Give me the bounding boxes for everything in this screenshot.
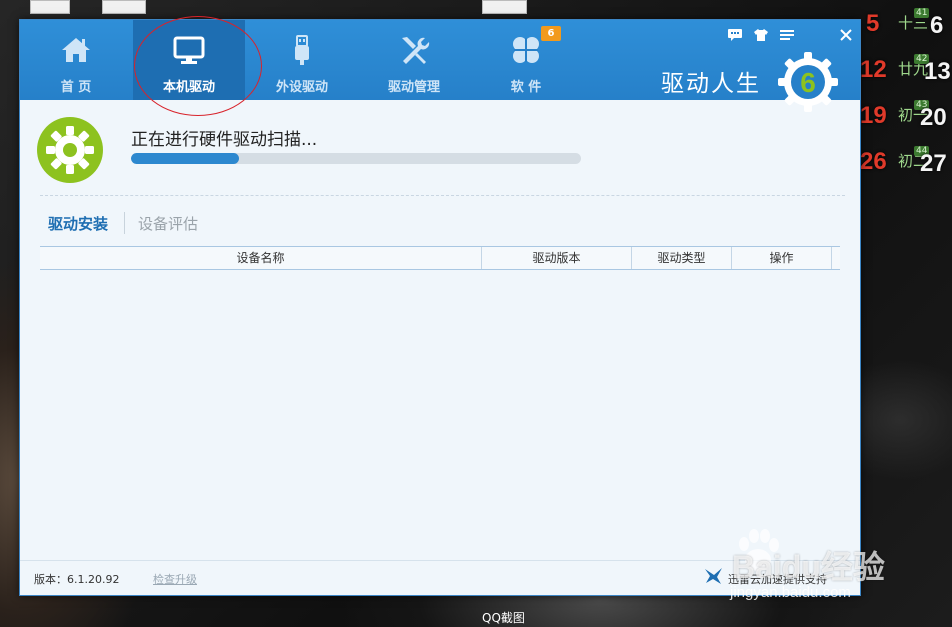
wrench-screwdriver-icon: [402, 37, 430, 64]
nav-item-peripheral-drivers[interactable]: 外设驱动: [246, 20, 358, 100]
feedback-icon: [728, 29, 742, 41]
column-header-action[interactable]: 操作: [732, 247, 832, 269]
top-navigation-bar: 首 页 本机驱动 外设驱动 驱动管理 6 软 件 驱动人生 6: [20, 16, 860, 116]
calendar-week-number: 41: [914, 8, 930, 18]
calendar-row: 12 廿九 42 13: [858, 52, 952, 88]
feedback-button[interactable]: [724, 26, 746, 44]
tab-device-assessment[interactable]: 设备评估: [138, 213, 198, 234]
desktop-file-thumbnail[interactable]: [482, 0, 527, 14]
scan-progress-bar: [131, 153, 581, 164]
home-icon: [62, 38, 90, 62]
column-header-device-name[interactable]: 设备名称: [40, 247, 482, 269]
support-text: 迅雷云加速提供支持: [728, 573, 827, 586]
version-text: 版本：6.1.20.92: [34, 573, 120, 586]
skin-icon: [754, 29, 768, 41]
nav-item-local-drivers[interactable]: 本机驱动: [133, 20, 245, 100]
tab-driver-install[interactable]: 驱动安装: [48, 213, 108, 234]
calendar-row: 5 十三 41 6: [858, 6, 952, 42]
column-header-driver-version[interactable]: 驱动版本: [482, 247, 632, 269]
calendar-day: 5: [866, 10, 880, 37]
close-button[interactable]: [835, 26, 857, 44]
desktop-file-thumbnail[interactable]: [102, 0, 146, 14]
driver-table-header: 设备名称 驱动版本 驱动类型 操作: [40, 246, 840, 270]
calendar-day: 13: [924, 58, 951, 85]
calendar-row: 19 初一 43 20: [858, 98, 952, 134]
calendar-day: 19: [860, 102, 887, 129]
brand-name: 驱动人生: [661, 71, 761, 97]
calendar-day: 6: [930, 12, 944, 39]
app-window: 首 页 本机驱动 外设驱动 驱动管理 6 软 件 驱动人生 6 正在进行硬件驱动…: [19, 16, 861, 596]
scan-status-text: 正在进行硬件驱动扫描...: [131, 130, 318, 150]
close-icon: [840, 29, 852, 41]
status-bar-divider: [20, 560, 860, 561]
desktop-file-thumbnail[interactable]: [30, 0, 70, 14]
thunder-bird-icon: [705, 568, 722, 584]
calendar-day: 27: [920, 150, 947, 177]
monitor-icon: [173, 36, 205, 64]
column-header-driver-type[interactable]: 驱动类型: [632, 247, 732, 269]
nav-item-software[interactable]: 6 软 件: [470, 20, 582, 100]
calendar-day: 20: [920, 104, 947, 131]
clover-icon: [513, 37, 539, 63]
menu-button[interactable]: [776, 26, 798, 44]
settings-gear-icon: [37, 117, 103, 183]
nav-item-driver-management[interactable]: 驱动管理: [358, 20, 470, 100]
nav-item-home[interactable]: 首 页: [20, 20, 132, 100]
skin-button[interactable]: [750, 26, 772, 44]
tab-divider: [124, 212, 125, 234]
calendar-day: 26: [860, 148, 887, 175]
calendar-row: 26 初二 44 27: [858, 144, 952, 180]
calendar-gadget[interactable]: 5 十三 41 6 12 廿九 42 13 19 初一 43 20 26 初二 …: [858, 6, 952, 186]
nav-label: 软 件: [510, 80, 542, 95]
nav-label: 驱动管理: [387, 80, 440, 95]
brand-logo-icon: 6: [778, 52, 838, 112]
check-update-link[interactable]: 检查升级: [153, 571, 197, 587]
brand-logo-number: 6: [800, 67, 816, 98]
nav-label: 本机驱动: [162, 80, 215, 95]
usb-icon: [295, 35, 309, 65]
desktop-icon-label[interactable]: QQ截图: [482, 609, 525, 626]
section-divider: [40, 195, 845, 196]
menu-icon: [780, 30, 794, 40]
nav-label: 外设驱动: [275, 80, 328, 95]
scan-progress-fill: [131, 153, 239, 164]
nav-label: 首 页: [60, 80, 92, 95]
notification-badge: 6: [541, 26, 561, 41]
calendar-day: 12: [860, 56, 887, 83]
